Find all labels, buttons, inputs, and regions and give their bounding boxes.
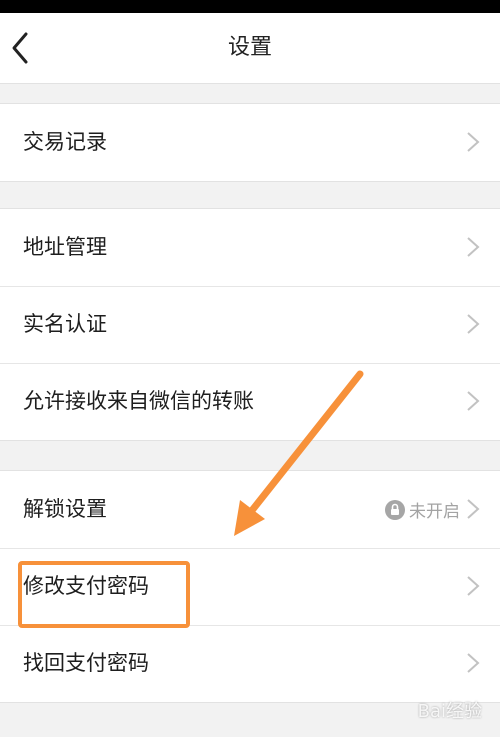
chevron-right-icon [467, 653, 480, 673]
settings-item-real-name-verification[interactable]: 实名认证 [0, 286, 500, 363]
chevron-right-icon [467, 576, 480, 596]
settings-group-transactions: 交易记录 [0, 103, 500, 182]
settings-group-security: 解锁设置 未开启 修改支付密码 找回支付密码 [0, 470, 500, 703]
settings-item-label: 修改支付密码 [23, 574, 149, 598]
lock-icon [385, 499, 405, 520]
status-bar [0, 0, 500, 13]
chevron-right-icon [467, 132, 480, 152]
settings-item-label: 交易记录 [23, 130, 107, 154]
watermark: Bai经验 [417, 701, 482, 722]
chevron-right-icon [467, 314, 480, 334]
settings-item-change-payment-password[interactable]: 修改支付密码 [0, 548, 500, 625]
status-text: 未开启 [409, 502, 460, 522]
chevron-right-icon [467, 391, 480, 411]
settings-item-unlock-settings[interactable]: 解锁设置 未开启 [0, 471, 500, 548]
navigation-bar: 设置 [0, 13, 500, 84]
settings-group-account: 地址管理 实名认证 允许接收来自微信的转账 [0, 208, 500, 441]
page-title: 设置 [227, 35, 272, 60]
chevron-right-icon [467, 237, 480, 257]
settings-item-allow-wechat-transfer[interactable]: 允许接收来自微信的转账 [0, 363, 500, 440]
settings-item-label: 允许接收来自微信的转账 [23, 389, 254, 413]
settings-item-label: 实名认证 [23, 312, 107, 336]
settings-item-label: 解锁设置 [23, 497, 107, 521]
unlock-status: 未开启 [385, 471, 460, 548]
settings-item-transaction-records[interactable]: 交易记录 [0, 104, 500, 181]
settings-item-recover-payment-password[interactable]: 找回支付密码 [0, 625, 500, 702]
settings-item-address-management[interactable]: 地址管理 [0, 209, 500, 286]
settings-item-label: 地址管理 [23, 235, 107, 259]
chevron-right-icon [467, 499, 480, 519]
settings-item-label: 找回支付密码 [23, 651, 149, 675]
